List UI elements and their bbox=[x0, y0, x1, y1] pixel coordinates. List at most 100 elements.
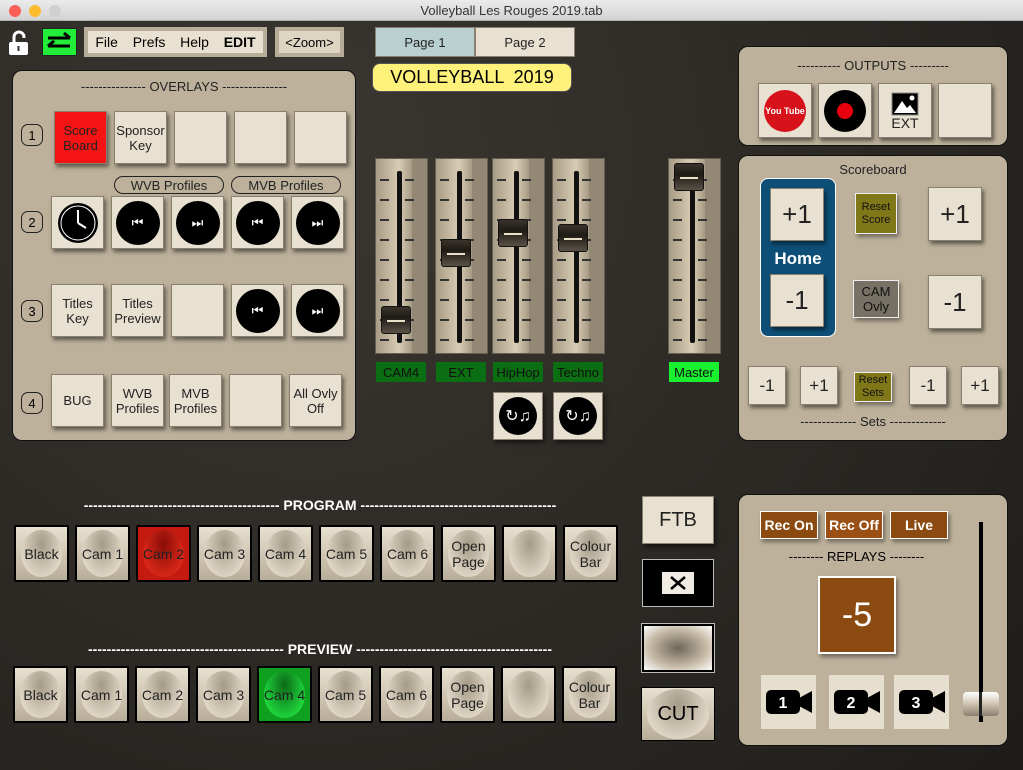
overlay-mvb-profiles[interactable]: MVB Profiles bbox=[169, 374, 222, 427]
overlay-empty[interactable] bbox=[229, 374, 282, 427]
zoom-button[interactable]: <Zoom> bbox=[275, 27, 344, 57]
menu-help[interactable]: Help bbox=[180, 34, 209, 50]
techno-fader[interactable] bbox=[552, 158, 605, 354]
replay-offset-button[interactable]: -5 bbox=[818, 576, 896, 654]
menu-prefs[interactable]: Prefs bbox=[133, 34, 166, 50]
program-button-colour-bar[interactable]: Colour Bar bbox=[563, 525, 618, 582]
preview-button-cam-5[interactable]: Cam 5 bbox=[318, 666, 373, 723]
overlay-score-board[interactable]: Score Board bbox=[54, 111, 107, 164]
zoom-window-button[interactable] bbox=[49, 5, 61, 17]
fader-tick bbox=[380, 199, 389, 201]
overlay-empty[interactable] bbox=[294, 111, 347, 164]
away-sets-plus-button[interactable]: +1 bbox=[961, 366, 999, 405]
program-button-cam-6[interactable]: Cam 6 bbox=[380, 525, 435, 582]
hiphop-fader[interactable] bbox=[492, 158, 545, 354]
hiphop-fader-knob[interactable] bbox=[498, 219, 528, 247]
away-sets-minus-button[interactable]: -1 bbox=[909, 366, 947, 405]
tbar-handle[interactable] bbox=[963, 692, 999, 716]
mvb-next-button[interactable]: ⏭ bbox=[291, 196, 344, 249]
outputs-panel: ---------- OUTPUTS --------- You Tube EX… bbox=[738, 46, 1008, 146]
ext-fader[interactable] bbox=[435, 158, 488, 354]
fader-tick bbox=[380, 219, 389, 221]
program-button-cam-5[interactable]: Cam 5 bbox=[319, 525, 374, 582]
youtube-button[interactable]: You Tube bbox=[758, 83, 812, 138]
master-fader[interactable] bbox=[668, 158, 721, 354]
overlay-titles-key[interactable]: Titles Key bbox=[51, 284, 104, 337]
home-minus-button[interactable]: -1 bbox=[770, 274, 824, 327]
cam4-fader[interactable] bbox=[375, 158, 428, 354]
reset-score-button[interactable]: Reset Score bbox=[855, 193, 897, 234]
output-empty[interactable] bbox=[938, 83, 992, 138]
program-button-cam-3[interactable]: Cam 3 bbox=[197, 525, 252, 582]
fader-tick bbox=[380, 339, 389, 341]
titles-prev-button[interactable]: ⏮ bbox=[231, 284, 284, 337]
program-button-empty[interactable] bbox=[502, 525, 557, 582]
unlock-icon[interactable] bbox=[8, 30, 30, 56]
ftb-button[interactable]: FTB bbox=[642, 496, 714, 544]
overlay-all-off[interactable]: All Ovly Off bbox=[289, 374, 342, 427]
wvb-next-button[interactable]: ⏭ bbox=[171, 196, 224, 249]
fader-tick bbox=[582, 299, 591, 301]
home-plus-button[interactable]: +1 bbox=[770, 188, 824, 241]
crossfade-icon bbox=[662, 572, 694, 594]
program-button-label: Black bbox=[24, 546, 58, 562]
techno-music-cycle-button[interactable]: ↻♫ bbox=[553, 392, 603, 440]
minimize-button[interactable] bbox=[29, 5, 41, 17]
mvb-prev-button[interactable]: ⏮ bbox=[231, 196, 284, 249]
fader-track bbox=[574, 171, 579, 343]
master-fader-knob[interactable] bbox=[674, 163, 704, 191]
program-button-cam-4[interactable]: Cam 4 bbox=[258, 525, 313, 582]
wvb-prev-button[interactable]: ⏮ bbox=[111, 196, 164, 249]
overlay-empty[interactable] bbox=[234, 111, 287, 164]
overlay-empty[interactable] bbox=[174, 111, 227, 164]
rec-off-button[interactable]: Rec Off bbox=[825, 511, 883, 539]
cam-ovly-button[interactable]: CAM Ovly bbox=[853, 280, 899, 318]
clock-button[interactable] bbox=[51, 196, 104, 249]
wipe-transition-button[interactable] bbox=[642, 624, 714, 672]
overlay-wvb-profiles[interactable]: WVB Profiles bbox=[111, 374, 164, 427]
menu-file[interactable]: File bbox=[95, 34, 118, 50]
program-button-cam-1[interactable]: Cam 1 bbox=[75, 525, 130, 582]
overlay-empty[interactable] bbox=[171, 284, 224, 337]
titles-next-button[interactable]: ⏭ bbox=[291, 284, 344, 337]
techno-fader-knob[interactable] bbox=[558, 224, 588, 252]
rec-on-button[interactable]: Rec On bbox=[760, 511, 818, 539]
home-sets-plus-button[interactable]: +1 bbox=[800, 366, 838, 405]
preview-button-colour-bar[interactable]: Colour Bar bbox=[562, 666, 617, 723]
home-sets-minus-button[interactable]: -1 bbox=[748, 366, 786, 405]
overlay-titles-preview[interactable]: Titles Preview bbox=[111, 284, 164, 337]
fader-tick bbox=[673, 299, 682, 301]
tab-page-1[interactable]: Page 1 bbox=[375, 27, 475, 57]
cut-button[interactable]: CUT bbox=[641, 687, 715, 741]
preview-button-cam-1[interactable]: Cam 1 bbox=[74, 666, 129, 723]
overlay-bug[interactable]: BUG bbox=[51, 374, 104, 427]
preview-button-empty[interactable] bbox=[501, 666, 556, 723]
live-button[interactable]: Live bbox=[890, 511, 948, 539]
close-button[interactable] bbox=[9, 5, 21, 17]
record-button[interactable] bbox=[818, 83, 872, 138]
replay-cam-1-button[interactable]: 1 bbox=[761, 675, 816, 729]
ext-output-button[interactable]: EXT bbox=[878, 83, 932, 138]
mix-transition-button[interactable] bbox=[642, 559, 714, 607]
hiphop-music-cycle-button[interactable]: ↻♫ bbox=[493, 392, 543, 440]
replay-cam-3-button[interactable]: 3 bbox=[894, 675, 949, 729]
program-button-cam-2[interactable]: Cam 2 bbox=[136, 525, 191, 582]
overlay-sponsor-key[interactable]: Sponsor Key bbox=[114, 111, 167, 164]
preview-button-cam-2[interactable]: Cam 2 bbox=[135, 666, 190, 723]
program-button-open-page[interactable]: Open Page bbox=[441, 525, 496, 582]
reset-sets-button[interactable]: Reset Sets bbox=[854, 372, 892, 402]
replay-cam-2-button[interactable]: 2 bbox=[829, 675, 884, 729]
menu-edit[interactable]: EDIT bbox=[224, 34, 256, 50]
preview-button-black[interactable]: Black bbox=[13, 666, 68, 723]
away-minus-button[interactable]: -1 bbox=[928, 275, 982, 329]
preview-button-cam-6[interactable]: Cam 6 bbox=[379, 666, 434, 723]
ext-fader-knob[interactable] bbox=[441, 239, 471, 267]
away-plus-button[interactable]: +1 bbox=[928, 187, 982, 241]
tab-page-2[interactable]: Page 2 bbox=[475, 27, 575, 57]
program-button-black[interactable]: Black bbox=[14, 525, 69, 582]
preview-button-open-page[interactable]: Open Page bbox=[440, 666, 495, 723]
swap-button[interactable] bbox=[42, 28, 77, 56]
preview-button-cam-3[interactable]: Cam 3 bbox=[196, 666, 251, 723]
cam4-fader-knob[interactable] bbox=[381, 306, 411, 334]
preview-button-cam-4[interactable]: Cam 4 bbox=[257, 666, 312, 723]
